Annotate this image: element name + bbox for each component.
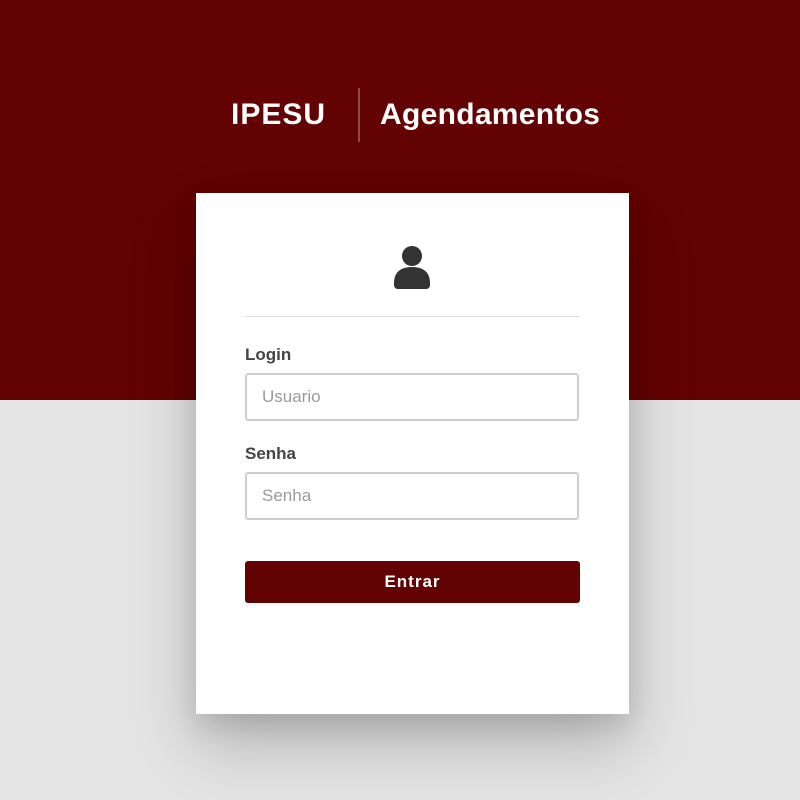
- login-label: Login: [245, 345, 292, 364]
- login-card: Login Senha Entrar: [196, 193, 629, 714]
- username-input[interactable]: [245, 373, 579, 421]
- app-title: Agendamentos: [380, 98, 601, 131]
- password-label: Senha: [245, 444, 297, 463]
- login-page: IPESU Agendamentos Login Senha Entrar: [0, 0, 800, 800]
- card-divider: [245, 316, 580, 317]
- header-divider: [358, 88, 360, 142]
- login-submit-button[interactable]: Entrar: [245, 561, 580, 603]
- brand-logo-text: IPESU: [231, 98, 327, 131]
- user-icon: [394, 245, 430, 289]
- password-input[interactable]: [245, 472, 579, 520]
- app-header: IPESU Agendamentos: [0, 88, 800, 142]
